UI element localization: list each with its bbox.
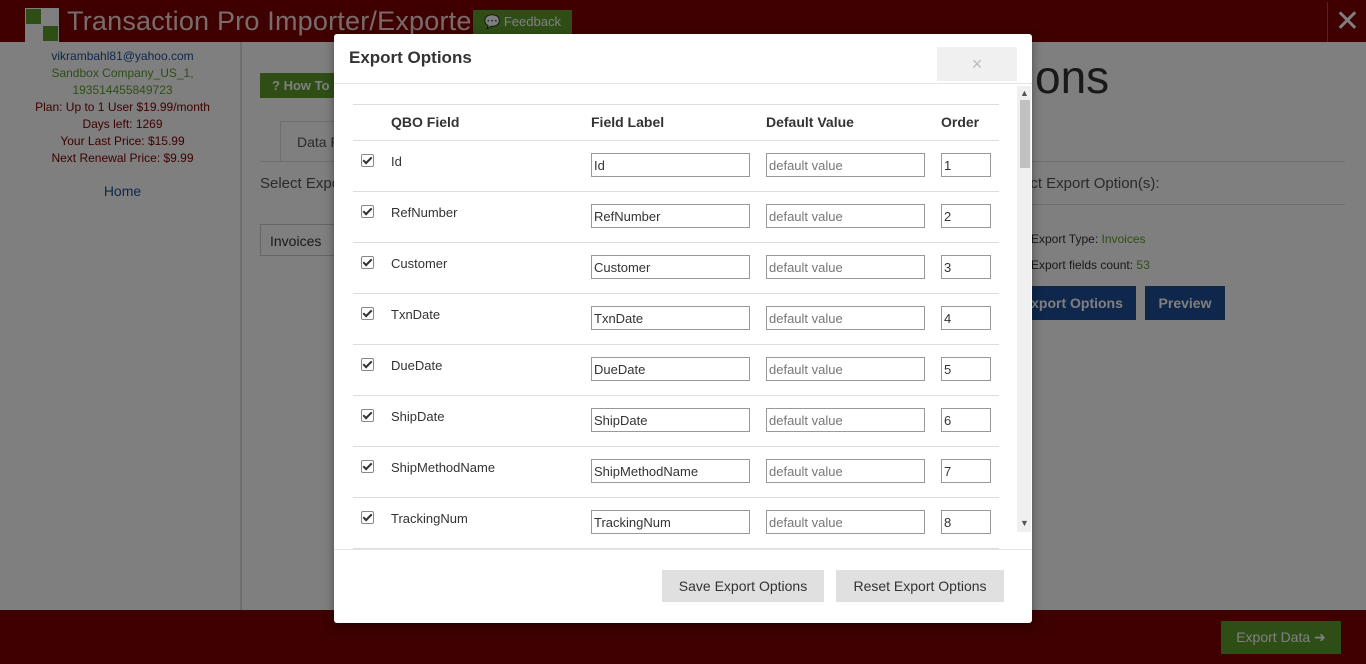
reset-export-options-button[interactable]: Reset Export Options xyxy=(836,570,1004,602)
table-row: TrackingNum xyxy=(353,497,999,549)
close-icon[interactable]: × xyxy=(937,47,1017,81)
order-input[interactable] xyxy=(941,255,991,279)
qbo-field-name: ShipDate xyxy=(391,409,445,424)
field-label-input[interactable] xyxy=(591,459,750,483)
table-row: RefNumber xyxy=(353,191,999,243)
order-input[interactable] xyxy=(941,510,991,534)
include-checkbox[interactable] xyxy=(361,307,374,320)
default-value-input[interactable] xyxy=(766,459,925,483)
include-checkbox[interactable] xyxy=(361,409,374,422)
include-checkbox[interactable] xyxy=(361,358,374,371)
field-label-input[interactable] xyxy=(591,306,750,330)
order-input[interactable] xyxy=(941,408,991,432)
save-export-options-button[interactable]: Save Export Options xyxy=(662,570,824,602)
export-options-modal: Export Options × QBO Field Field Label D… xyxy=(334,34,1032,623)
order-input[interactable] xyxy=(941,153,991,177)
field-label-input[interactable] xyxy=(591,153,750,177)
scroll-thumb[interactable] xyxy=(1020,100,1030,168)
default-value-input[interactable] xyxy=(766,357,925,381)
table-row: DueDate xyxy=(353,344,999,396)
default-value-input[interactable] xyxy=(766,510,925,534)
order-input[interactable] xyxy=(941,459,991,483)
include-checkbox[interactable] xyxy=(361,460,374,473)
field-label-input[interactable] xyxy=(591,357,750,381)
default-value-input[interactable] xyxy=(766,408,925,432)
default-value-input[interactable] xyxy=(766,204,925,228)
col-field-label: Field Label xyxy=(591,114,665,130)
scroll-up-icon[interactable]: ▲ xyxy=(1020,88,1029,98)
qbo-field-name: TxnDate xyxy=(391,307,441,322)
include-checkbox[interactable] xyxy=(361,205,374,218)
qbo-field-name: RefNumber xyxy=(391,205,458,220)
field-label-input[interactable] xyxy=(591,510,750,534)
scroll-down-icon[interactable]: ▼ xyxy=(1020,518,1029,528)
field-label-input[interactable] xyxy=(591,255,750,279)
table-row: ShipMethodName xyxy=(353,446,999,498)
include-checkbox[interactable] xyxy=(361,256,374,269)
default-value-input[interactable] xyxy=(766,306,925,330)
include-checkbox[interactable] xyxy=(361,154,374,167)
modal-footer-divider xyxy=(334,549,1032,550)
qbo-field-name: ShipMethodName xyxy=(391,460,496,475)
qbo-field-name: DueDate xyxy=(391,358,443,373)
fields-scroll-area[interactable]: QBO Field Field Label Default Value Orde… xyxy=(334,84,1032,584)
order-input[interactable] xyxy=(941,306,991,330)
default-value-input[interactable] xyxy=(766,153,925,177)
scrollbar[interactable]: ▲ ▼ xyxy=(1017,86,1031,532)
col-qbo-field: QBO Field xyxy=(391,114,460,130)
include-checkbox[interactable] xyxy=(361,511,374,524)
qbo-field-name: TrackingNum xyxy=(391,511,468,526)
table-row: Customer xyxy=(353,242,999,294)
qbo-field-name: Customer xyxy=(391,256,448,271)
order-input[interactable] xyxy=(941,204,991,228)
default-value-input[interactable] xyxy=(766,255,925,279)
qbo-field-name: Id xyxy=(391,154,402,169)
table-row: ShipDate xyxy=(353,395,999,447)
modal-title: Export Options xyxy=(349,48,472,67)
field-label-input[interactable] xyxy=(591,204,750,228)
table-row: Id xyxy=(353,140,999,192)
table-header: QBO Field Field Label Default Value Orde… xyxy=(353,104,999,141)
col-order: Order xyxy=(941,114,980,130)
field-label-input[interactable] xyxy=(591,408,750,432)
table-row: TxnDate xyxy=(353,293,999,345)
col-default-value: Default Value xyxy=(766,114,854,130)
order-input[interactable] xyxy=(941,357,991,381)
